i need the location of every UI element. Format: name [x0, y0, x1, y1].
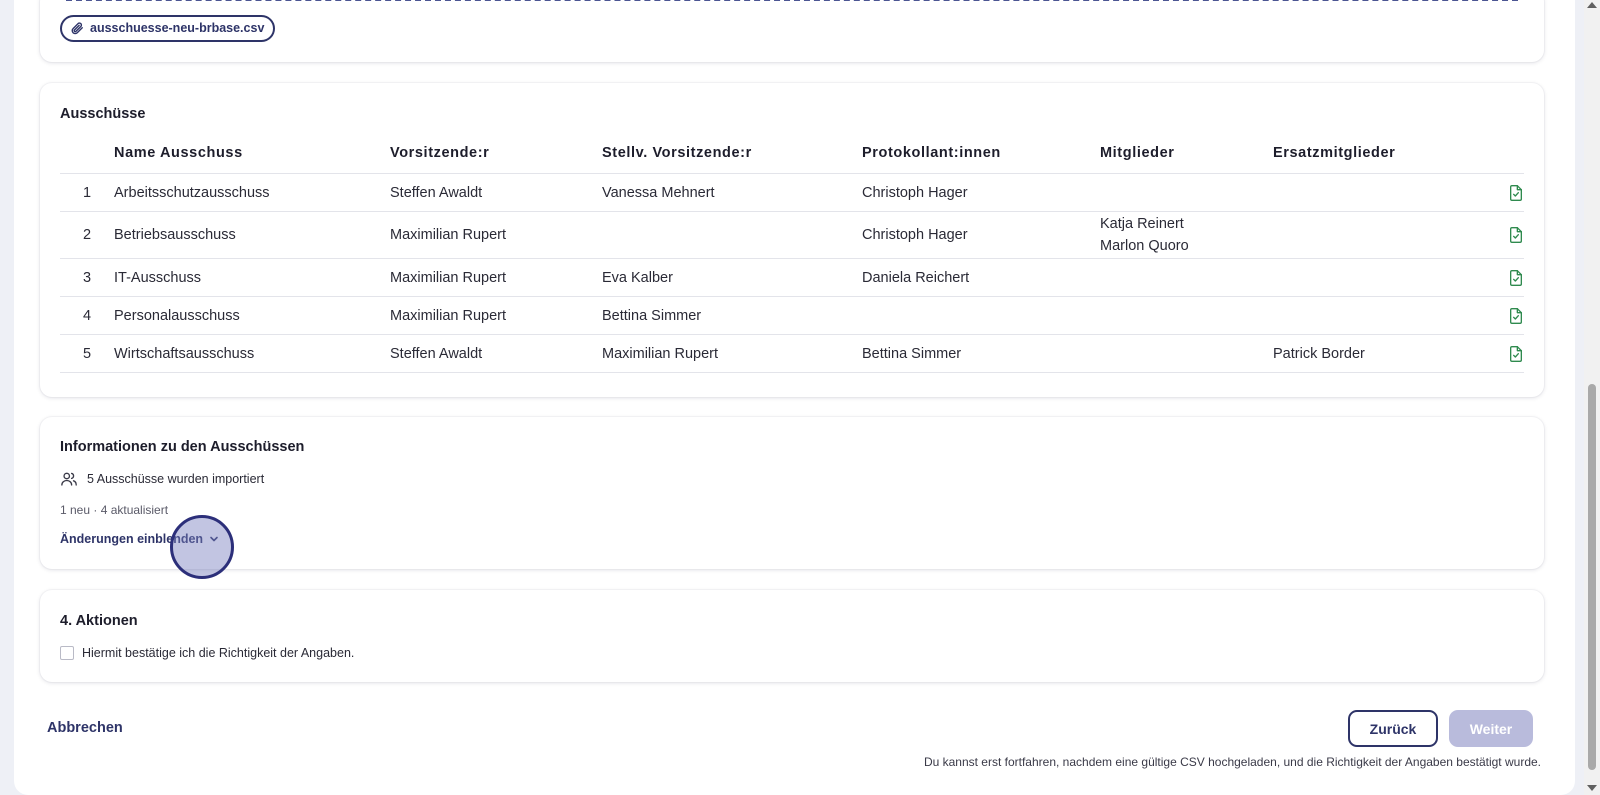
column-header-secretary: Protokollant:innen — [862, 133, 1100, 174]
committee-substitutes — [1273, 173, 1473, 212]
column-header-name: Name Ausschuss — [114, 133, 390, 174]
scrollbar-thumb[interactable] — [1588, 384, 1596, 770]
file-check-icon — [1510, 184, 1522, 201]
committee-name: Personalausschuss — [114, 296, 390, 335]
row-index: 3 — [60, 258, 114, 297]
scroll-down-arrow-icon[interactable] — [1587, 785, 1597, 791]
committee-secretary — [862, 296, 1100, 335]
file-check-icon — [1510, 345, 1522, 362]
committee-substitutes — [1273, 258, 1473, 297]
committees-title: Ausschüsse — [60, 106, 146, 122]
table-row: 2 Betriebsausschuss Maximilian Rupert Ch… — [60, 211, 1524, 259]
confirm-accuracy-label: Hiermit bestätige ich die Richtigkeit de… — [82, 646, 355, 660]
committee-vice-chair — [602, 211, 862, 259]
import-count-line: 5 Ausschüsse wurden importiert — [60, 470, 264, 488]
committee-members — [1100, 296, 1273, 335]
table-row: 3 IT-Ausschuss Maximilian Rupert Eva Kal… — [60, 258, 1524, 297]
member-name: Katja Reinert — [1100, 216, 1184, 232]
column-header-chair: Vorsitzende:r — [390, 133, 602, 174]
committee-name: Wirtschaftsausschuss — [114, 334, 390, 373]
column-header-status — [1473, 133, 1524, 174]
committee-name: Arbeitsschutzausschuss — [114, 173, 390, 212]
committee-substitutes — [1273, 296, 1473, 335]
committee-vice-chair: Eva Kalber — [602, 258, 862, 297]
committee-members — [1100, 173, 1273, 212]
committee-chair: Steffen Awaldt — [390, 173, 602, 212]
committee-vice-chair: Maximilian Rupert — [602, 334, 862, 373]
row-index: 5 — [60, 334, 114, 373]
committee-members — [1100, 258, 1273, 297]
table-header-row: Name Ausschuss Vorsitzende:r Stellv. Vor… — [60, 133, 1524, 174]
committee-members: Katja Reinert Marlon Quoro — [1100, 211, 1273, 259]
next-button[interactable]: Weiter — [1449, 710, 1533, 747]
file-check-icon — [1510, 269, 1522, 286]
import-summary: 1 neu · 4 aktualisiert — [60, 503, 169, 517]
column-header-vice-chair: Stellv. Vorsitzende:r — [602, 133, 862, 174]
committee-substitutes: Patrick Border — [1273, 334, 1473, 373]
committee-name: IT-Ausschuss — [114, 258, 390, 297]
committee-chair: Maximilian Rupert — [390, 296, 602, 335]
file-check-icon — [1510, 227, 1522, 243]
drop-zone-border[interactable] — [66, 0, 1518, 1]
file-check-icon — [1510, 307, 1522, 324]
committee-secretary: Christoph Hager — [862, 211, 1100, 259]
checkbox-box[interactable] — [60, 646, 74, 660]
table-row: 1 Arbeitsschutzausschuss Steffen Awaldt … — [60, 173, 1524, 212]
column-header-members: Mitglieder — [1100, 133, 1273, 174]
committee-name: Betriebsausschuss — [114, 211, 390, 259]
uploaded-file-name: ausschuesse-neu-brbase.csv — [90, 21, 265, 35]
import-count-text: 5 Ausschüsse wurden importiert — [87, 472, 265, 486]
table-row: 4 Personalausschuss Maximilian Rupert Be… — [60, 296, 1524, 335]
committee-chair: Steffen Awaldt — [390, 334, 602, 373]
member-name: Marlon Quoro — [1100, 238, 1189, 254]
committee-vice-chair: Vanessa Mehnert — [602, 173, 862, 212]
page-content: ausschuesse-neu-brbase.csv Ausschüsse Na… — [14, 0, 1575, 795]
cursor-highlight — [170, 515, 234, 579]
upload-card: ausschuesse-neu-brbase.csv — [40, 0, 1544, 62]
committee-secretary: Christoph Hager — [862, 173, 1100, 212]
back-button[interactable]: Zurück — [1348, 710, 1438, 747]
uploaded-file-chip[interactable]: ausschuesse-neu-brbase.csv — [60, 15, 276, 42]
import-info-card: Informationen zu den Ausschüssen 5 Aussc… — [40, 417, 1544, 569]
committee-chair: Maximilian Rupert — [390, 211, 602, 259]
scroll-up-arrow-icon[interactable] — [1587, 2, 1597, 8]
row-index: 4 — [60, 296, 114, 335]
committee-vice-chair: Bettina Simmer — [602, 296, 862, 335]
row-index: 1 — [60, 173, 114, 212]
paperclip-icon — [71, 22, 83, 35]
column-header-substitutes: Ersatzmitglieder — [1273, 133, 1473, 174]
committee-chair: Maximilian Rupert — [390, 258, 602, 297]
committees-card: Ausschüsse Name Ausschuss Vorsitzende:r … — [40, 83, 1544, 397]
actions-card: 4. Aktionen Hiermit bestätige ich die Ri… — [40, 590, 1544, 682]
confirm-accuracy-checkbox[interactable]: Hiermit bestätige ich die Richtigkeit de… — [60, 646, 354, 660]
committee-substitutes — [1273, 211, 1473, 259]
column-header-index — [60, 133, 114, 174]
import-info-title: Informationen zu den Ausschüssen — [60, 439, 305, 455]
users-icon — [61, 472, 77, 486]
actions-title: 4. Aktionen — [60, 613, 138, 629]
committee-secretary: Bettina Simmer — [862, 334, 1100, 373]
row-index: 2 — [60, 211, 114, 259]
committee-secretary: Daniela Reichert — [862, 258, 1100, 297]
cancel-link[interactable]: Abbrechen — [47, 720, 123, 736]
continue-hint: Du kannst erst fortfahren, nachdem eine … — [923, 755, 1541, 769]
committee-members — [1100, 334, 1273, 373]
committees-table: Name Ausschuss Vorsitzende:r Stellv. Vor… — [60, 133, 1524, 373]
table-row: 5 Wirtschaftsausschuss Steffen Awaldt Ma… — [60, 334, 1524, 373]
